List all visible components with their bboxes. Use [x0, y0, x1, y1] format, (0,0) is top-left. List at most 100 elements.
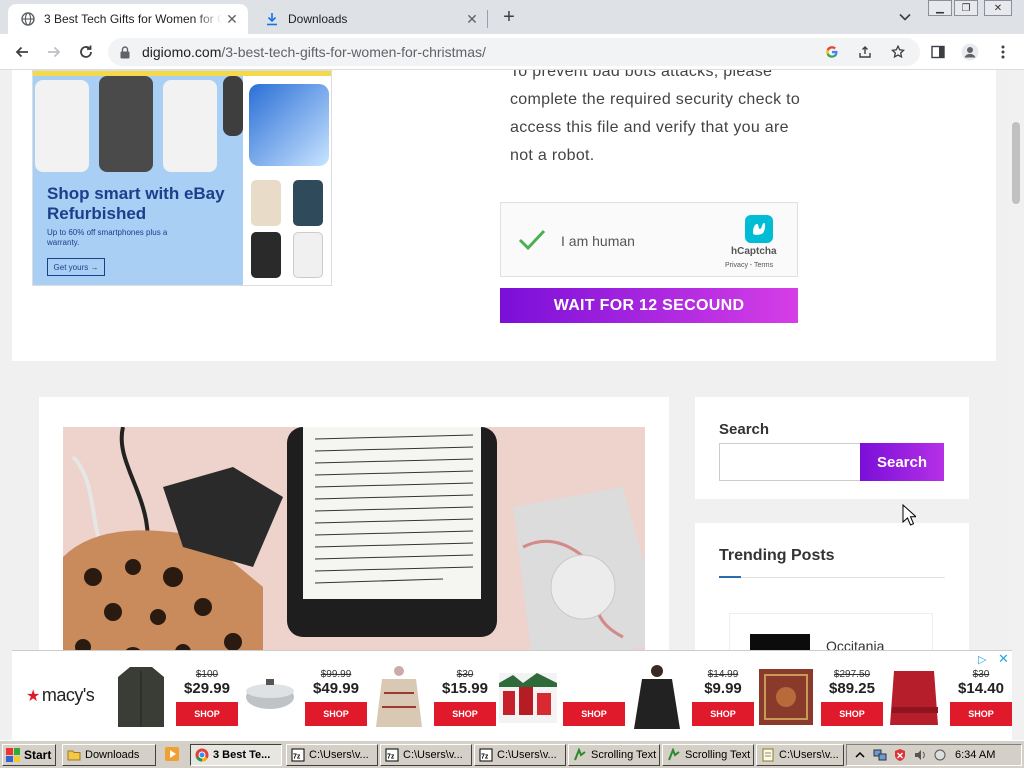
ad-product[interactable]: $30 $15.99 SHOP — [370, 663, 498, 731]
phone-image — [223, 76, 243, 136]
tab-strip: 3 Best Tech Gifts for Women for Chr ✕ Do… — [0, 0, 1024, 34]
shop-button[interactable]: SHOP — [563, 702, 625, 726]
shop-button[interactable]: SHOP — [434, 702, 496, 726]
start-button[interactable]: Start — [2, 744, 56, 766]
taskbar-button-scrolling-text[interactable]: Scrolling Text — [568, 744, 660, 766]
phone-image — [293, 180, 323, 226]
shop-button[interactable]: SHOP — [176, 702, 238, 726]
ad-product[interactable]: SHOP — [499, 663, 627, 731]
tab-divider — [487, 10, 488, 28]
taskbar-button-label: 3 Best Te... — [213, 749, 271, 761]
side-panel-icon[interactable] — [928, 42, 948, 62]
kindle-photo — [63, 427, 645, 687]
network-icon[interactable] — [873, 748, 887, 762]
product-old-price: $297.50 — [833, 669, 871, 680]
taskbar-button-label: Downloads — [85, 749, 140, 761]
product-old-price: $99.99 — [320, 669, 352, 680]
product-image-rug — [757, 663, 815, 729]
system-tray: 6:34 AM — [846, 744, 1022, 766]
search-button[interactable]: Search — [860, 443, 944, 481]
taskbar-button-downloads[interactable]: Downloads — [62, 744, 156, 766]
windows-logo-icon — [6, 748, 20, 762]
taskbar-button-7zip[interactable]: 7z C:\Users\v... — [286, 744, 378, 766]
lock-icon[interactable] — [120, 45, 132, 59]
product-price: $89.25 — [829, 680, 875, 697]
url-domain: digiomo.com — [142, 44, 222, 60]
taskbar-button-label: C:\Users\v... — [497, 749, 557, 761]
taskbar-button-7zip[interactable]: 7z C:\Users\v... — [380, 744, 472, 766]
taskbar-button-label: C:\Users\v... — [309, 749, 369, 761]
post-featured-image[interactable] — [63, 427, 645, 687]
restore-icon[interactable]: ❐ — [954, 0, 978, 16]
security-message: To prevent bad bots attacks, please comp… — [510, 70, 801, 164]
svg-text:7z: 7z — [293, 754, 301, 761]
profile-icon[interactable] — [960, 42, 980, 62]
macys-ad-banner[interactable]: ★ macy's ▷ ✕ $100 $29.99 SHOP $99.99 $49.… — [12, 650, 1012, 740]
forward-icon[interactable] — [42, 40, 66, 64]
app-tray-icon[interactable] — [933, 748, 947, 762]
close-icon[interactable]: ✕ — [462, 9, 482, 29]
page-scrollbar[interactable] — [1008, 70, 1024, 740]
product-old-price: $14.99 — [707, 669, 739, 680]
hcaptcha-widget[interactable]: I am human hCaptcha Privacy - Terms — [500, 202, 798, 277]
tab-article[interactable]: 3 Best Tech Gifts for Women for Chr ✕ — [8, 4, 248, 34]
start-label: Start — [24, 748, 52, 762]
ad-product[interactable]: $99.99 $49.99 SHOP — [241, 663, 369, 731]
phone-image — [99, 76, 153, 172]
taskbar-button-scrolling-text[interactable]: Scrolling Text — [662, 744, 754, 766]
url-path: /3-best-tech-gifts-for-women-for-christm… — [221, 44, 486, 60]
taskbar-button-label: Scrolling Text — [591, 749, 657, 761]
address-bar[interactable]: digiomo.com/3-best-tech-gifts-for-women-… — [108, 38, 920, 66]
shop-button[interactable]: SHOP — [950, 702, 1012, 726]
ad-product[interactable]: $100 $29.99 SHOP — [112, 663, 240, 731]
ad-product[interactable]: $14.99 $9.99 SHOP — [628, 663, 756, 731]
shop-button[interactable]: SHOP — [305, 702, 367, 726]
mouse-cursor-icon — [902, 504, 916, 526]
shop-button[interactable]: SHOP — [821, 702, 883, 726]
tray-arrow-icon[interactable] — [853, 748, 867, 762]
scrollbar-thumb[interactable] — [1012, 122, 1020, 204]
clock[interactable]: 6:34 AM — [955, 749, 995, 761]
ad-headline: Shop smart with eBay Refurbished — [47, 184, 225, 223]
taskbar-button-7zip[interactable]: 7z C:\Users\v... — [474, 744, 566, 766]
taskbar-button-chrome[interactable]: 3 Best Te... — [190, 744, 282, 766]
chevron-down-icon[interactable] — [896, 8, 914, 26]
minimize-icon[interactable]: ▁ — [928, 0, 952, 16]
shop-button[interactable]: SHOP — [692, 702, 754, 726]
menu-kebab-icon[interactable] — [993, 42, 1013, 62]
wait-button[interactable]: WAIT FOR 12 SECOUND — [500, 288, 798, 323]
notepad-icon — [762, 748, 774, 762]
close-window-icon[interactable]: ✕ — [984, 0, 1012, 16]
ebay-ad[interactable]: Shop smart with eBay Refurbished Up to 6… — [32, 70, 332, 286]
app-icon — [668, 748, 680, 761]
product-image-pot — [241, 663, 299, 729]
search-input[interactable] — [719, 443, 861, 481]
ad-right-pane — [243, 76, 331, 285]
divider-accent — [719, 576, 741, 578]
security-alert-icon[interactable] — [893, 748, 907, 762]
ad-product[interactable]: $297.50 $89.25 SHOP — [757, 663, 885, 731]
reload-icon[interactable] — [74, 40, 98, 64]
macys-logo[interactable]: ★ macy's — [26, 685, 95, 706]
ad-cta-button[interactable]: Get yours → — [47, 258, 105, 276]
tab-downloads[interactable]: Downloads ✕ — [252, 4, 488, 34]
folder-icon — [67, 750, 81, 761]
volume-icon[interactable] — [913, 748, 927, 762]
taskbar-button-label: C:\Users\v... — [403, 749, 463, 761]
checkmark-icon[interactable] — [517, 227, 547, 253]
chrome-icon — [195, 748, 209, 762]
media-player-icon[interactable] — [164, 746, 180, 762]
bookmark-star-icon[interactable] — [888, 42, 908, 62]
captcha-terms-link[interactable]: Privacy - Terms — [725, 262, 773, 269]
captcha-brand: hCaptcha — [731, 246, 777, 257]
taskbar-button-notepad[interactable]: C:\Users\v... — [756, 744, 844, 766]
share-icon[interactable] — [855, 42, 875, 62]
svg-text:7z: 7z — [481, 754, 489, 761]
new-tab-icon[interactable]: + — [498, 6, 520, 28]
search-widget-title: Search — [719, 421, 770, 438]
back-icon[interactable] — [10, 40, 34, 64]
ad-product[interactable]: $30 $14.40 SHOP — [886, 663, 1014, 731]
product-image-jacket — [112, 663, 170, 729]
google-icon[interactable] — [822, 42, 842, 62]
close-icon[interactable]: ✕ — [222, 9, 242, 29]
